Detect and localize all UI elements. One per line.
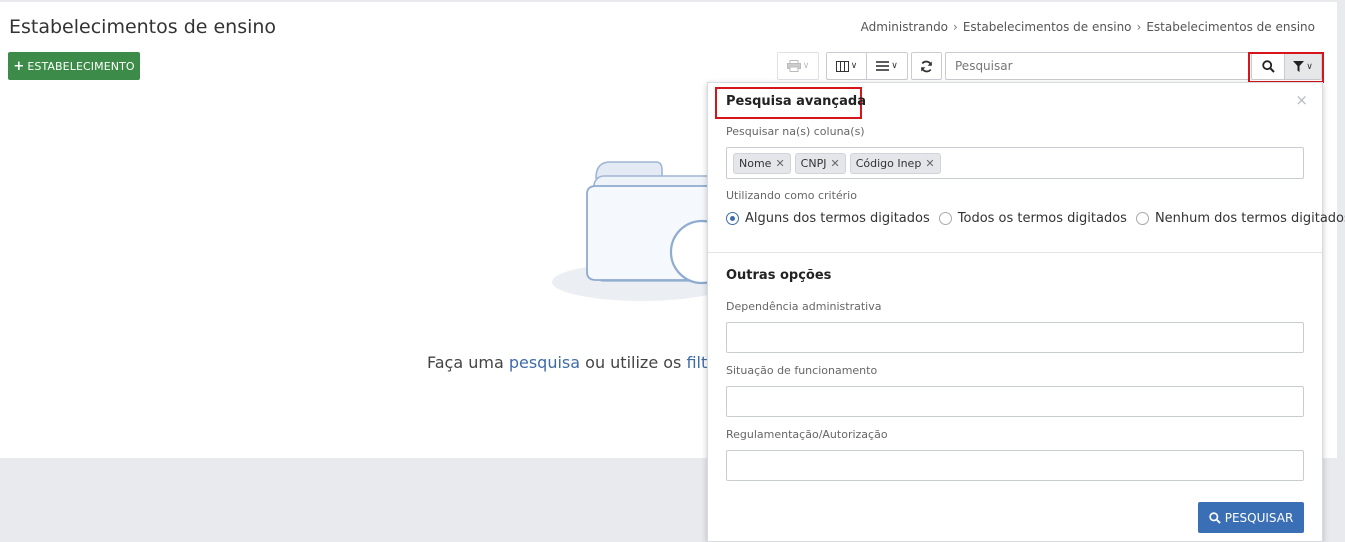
columns-tag-input[interactable]: Nome ✕ CNPJ ✕ Código Inep ✕ [726,147,1304,179]
refresh-button[interactable] [911,52,942,80]
search-icon [1208,511,1221,524]
remove-tag-icon[interactable]: ✕ [925,157,934,170]
remove-tag-icon[interactable]: ✕ [830,157,839,170]
submit-search-label: PESQUISAR [1224,510,1294,525]
chevron-down-icon: ∨ [1306,61,1313,72]
radio-icon [938,212,952,225]
search-icon [1261,60,1275,73]
close-icon[interactable]: × [1295,91,1308,109]
dependencia-field[interactable] [726,322,1304,353]
add-establishment-label: ESTABELECIMENTO [27,59,135,73]
column-tag-label: Código Inep [855,156,922,170]
dependencia-label: Dependência administrativa [726,300,882,313]
page-title: Estabelecimentos de ensino [9,16,277,38]
regulamentacao-field[interactable] [726,450,1304,481]
radio-label: Alguns dos termos digitados [745,211,930,226]
radio-selected-icon [726,212,739,225]
breadcrumb-item: Estabelecimentos de ensino [1146,20,1315,34]
add-establishment-button[interactable]: + ESTABELECIMENTO [8,52,140,80]
column-tag-label: Nome [739,156,772,170]
empty-state-message: Faça uma pesquisa ou utilize os filtros [427,353,732,372]
remove-tag-icon[interactable]: ✕ [775,157,784,170]
regulamentacao-label: Regulamentação/Autorização [726,428,888,441]
search-link[interactable]: pesquisa [509,353,580,372]
advanced-search-panel: Pesquisa avançada × Pesquisar na(s) colu… [707,82,1345,542]
chevron-down-icon: ∨ [802,61,810,71]
empty-text-part: ou utilize os [580,353,687,372]
printer-icon [786,60,801,72]
refresh-icon [921,60,932,72]
print-button[interactable]: ∨ [777,52,819,80]
advanced-search-title: Pesquisa avançada [726,94,866,109]
criteria-option-all[interactable]: Todos os termos digitados [938,211,1127,226]
column-tag: Código Inep ✕ [849,152,941,174]
chevron-right-icon: › [953,20,958,34]
radio-label: Nenhum dos termos digitados [1154,211,1345,226]
divider [708,252,1322,253]
column-tag-label: CNPJ [800,156,827,170]
column-tag: Nome ✕ [733,152,791,174]
criteria-label: Utilizando como critério [726,189,857,202]
list-icon [876,61,890,71]
breadcrumb-item[interactable]: Estabelecimentos de ensino [963,20,1132,34]
submit-search-button[interactable]: PESQUISAR [1198,502,1304,533]
advanced-filter-button[interactable]: ∨ [1284,53,1322,80]
plus-icon: + [13,58,25,74]
breadcrumb-item[interactable]: Administrando [861,20,948,34]
columns-button[interactable]: ∨ [826,52,867,80]
list-options-button[interactable]: ∨ [866,52,908,80]
breadcrumb: Administrando › Estabelecimentos de ensino… [861,20,1315,34]
chevron-right-icon: › [1136,20,1142,34]
column-tag: CNPJ ✕ [794,152,846,174]
radio-icon [1135,212,1149,225]
criteria-radio-group: Alguns dos termos digitados Todos os ter… [726,211,1345,226]
situacao-label: Situação de funcionamento [726,364,878,377]
search-input[interactable] [945,52,1250,80]
radio-label: Todos os termos digitados [957,211,1127,226]
columns-label: Pesquisar na(s) coluna(s) [726,125,865,138]
situacao-field[interactable] [726,386,1304,417]
empty-folder-icon [552,161,722,301]
chevron-down-icon: ∨ [891,61,898,71]
other-options-title: Outras opções [726,268,832,283]
empty-text-part: Faça uma [427,353,509,372]
criteria-option-some[interactable]: Alguns dos termos digitados [726,211,930,226]
filter-icon [1293,61,1305,72]
chevron-down-icon: ∨ [850,61,858,71]
criteria-option-none[interactable]: Nenhum dos termos digitados [1135,211,1345,226]
search-button[interactable] [1251,53,1285,80]
columns-icon [835,60,849,72]
